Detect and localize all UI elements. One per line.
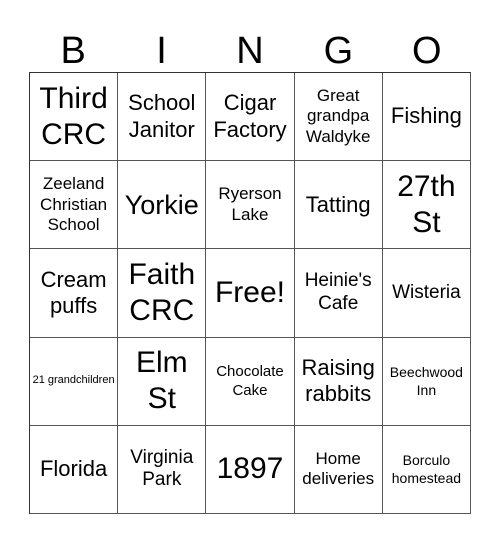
bingo-cell[interactable]: Chocolate Cake [206,337,295,426]
bingo-cell[interactable]: School Janitor [118,73,207,162]
bingo-cell[interactable]: Wisteria [382,249,471,338]
header-letter-o: O [411,30,442,72]
bingo-cell[interactable]: Great grandpa Waldyke [294,73,383,162]
bingo-cell[interactable]: 1897 [206,425,295,514]
bingo-cell[interactable]: Third CRC [30,73,119,162]
bingo-header: B I N G O [29,22,471,72]
bingo-cell[interactable]: 21 grandchildren [30,337,119,426]
bingo-cell[interactable]: Yorkie [118,161,207,250]
free-space[interactable]: Free! [206,249,295,338]
bingo-cell[interactable]: Faith CRC [118,249,207,338]
bingo-cell[interactable]: Cream puffs [30,249,119,338]
bingo-cell[interactable]: Zeeland Christian School [30,161,119,250]
header-letter-i: I [156,30,167,72]
bingo-grid: Third CRC School Janitor Cigar Factory G… [29,72,471,514]
bingo-cell[interactable]: Florida [30,425,119,514]
bingo-cell[interactable]: Virginia Park [118,425,207,514]
bingo-cell[interactable]: Elm St [118,337,207,426]
bingo-cell[interactable]: Fishing [382,73,471,162]
bingo-cell[interactable]: Home deliveries [294,425,383,514]
bingo-cell[interactable]: Raising rabbits [294,337,383,426]
bingo-cell[interactable]: Ryerson Lake [206,161,295,250]
bingo-cell[interactable]: 27th St [382,161,471,250]
header-letter-g: G [323,30,354,72]
bingo-cell[interactable]: Heinie's Cafe [294,249,383,338]
bingo-cell[interactable]: Cigar Factory [206,73,295,162]
bingo-cell[interactable]: Beechwood Inn [382,337,471,426]
header-letter-n: N [236,30,264,72]
header-letter-b: B [60,30,86,72]
bingo-cell[interactable]: Tatting [294,161,383,250]
bingo-cell[interactable]: Borculo homestead [382,425,471,514]
